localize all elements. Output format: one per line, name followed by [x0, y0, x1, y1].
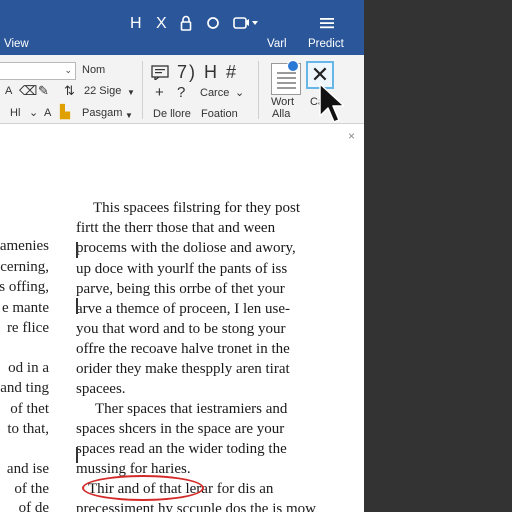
comment-icon[interactable] — [151, 65, 169, 80]
left-line: and ting — [0, 380, 49, 396]
paragraph-line: you that word and to be stong your — [76, 321, 286, 337]
font-color-button[interactable]: A — [5, 85, 12, 98]
left-line: re flice — [6, 320, 49, 336]
paragraph-line: spaces read an the wider toding the — [76, 441, 287, 457]
text-caret-marker — [76, 242, 78, 258]
close-quick-button[interactable]: X — [156, 15, 167, 33]
paren-button[interactable]: ) — [189, 63, 195, 81]
left-line: of de — [18, 500, 49, 512]
paragraph-line: firtt the therr those that and ween — [76, 220, 276, 236]
left-line: e mante — [1, 300, 49, 316]
red-circle-annotation — [82, 475, 204, 501]
ribbon-divider — [142, 61, 143, 119]
menu-varl[interactable]: Varl — [267, 38, 287, 50]
plus-button[interactable]: + — [155, 84, 164, 102]
alla-button-label: Alla — [272, 108, 291, 120]
left-line: ramenies — [0, 238, 49, 254]
menu-predict[interactable]: Predict — [308, 38, 344, 50]
close-document-icon[interactable]: × — [348, 129, 355, 143]
font-name-combobox[interactable]: ⌄ — [0, 62, 76, 80]
text-caret-marker — [76, 447, 78, 463]
hash-button[interactable]: # — [226, 63, 236, 81]
hamburger-menu-icon[interactable] — [319, 17, 335, 29]
menu-view[interactable]: View — [4, 38, 29, 50]
chevron-down-icon[interactable]: ⌄ — [29, 107, 38, 120]
paragraph-line: procems with the doliose and awory, — [76, 240, 296, 256]
foation-button[interactable]: Foation — [201, 108, 238, 121]
paragraph-line: This spacees filstring for they post — [93, 200, 301, 216]
left-line: and ise — [6, 461, 49, 477]
camera-icon[interactable] — [233, 16, 259, 30]
ribbon-divider — [258, 61, 259, 119]
lock-icon[interactable] — [180, 15, 192, 31]
hl-button[interactable]: Hl — [10, 107, 20, 120]
chevron-down-icon[interactable]: ▼ — [125, 109, 133, 122]
highlighter-icon[interactable]: ▙ — [60, 105, 70, 119]
paragraph-line: orider they make thespply aren tirat — [76, 361, 290, 377]
badge-icon — [287, 60, 299, 72]
paragraph-line: up doce with yourlf the pants of iss — [76, 261, 288, 277]
chevron-down-icon[interactable]: ⌄ — [235, 87, 244, 100]
pen-icon[interactable]: ✎ — [38, 84, 49, 98]
paragraph-line: precessiment hy sccuple dos the is mow — [76, 501, 316, 512]
left-line: es offing, — [0, 279, 49, 295]
question-button[interactable]: ? — [177, 84, 185, 102]
paragraph-button[interactable]: Pasgam — [82, 107, 122, 120]
mouse-cursor-icon — [319, 83, 345, 123]
chevron-down-icon[interactable]: ▼ — [127, 86, 135, 99]
eraser-icon[interactable]: ⌫ — [19, 84, 37, 98]
left-line: of the — [14, 481, 49, 497]
chevron-down-icon: ⌄ — [64, 65, 72, 75]
de-lore-button[interactable]: De llore — [153, 108, 191, 121]
symbol-7-button[interactable]: 7 — [177, 63, 187, 81]
circle-icon[interactable] — [206, 16, 220, 30]
sort-icon[interactable]: ⇅ — [64, 84, 75, 98]
paragraph-line: spaces shcers in the space are your — [76, 421, 285, 437]
paragraph-line: arve a themce of proceen, I len use- — [76, 301, 291, 317]
left-line: of thet — [10, 401, 49, 417]
carce-dropdown[interactable]: Carce — [200, 87, 229, 100]
paragraph-line: offre the recoave halve tronet in the — [76, 341, 290, 357]
font-size-combobox[interactable]: 22 Sige — [84, 85, 121, 98]
word-window: H X View Varl Predict ⌄ Nom A ⌫ ✎ ⇅ 22 S… — [0, 0, 364, 512]
text-caret-marker — [76, 298, 78, 314]
paragraph-line: spacees. — [76, 381, 126, 397]
paragraph-line: parve, being this orrbe of thet your — [76, 281, 285, 297]
heading-button[interactable]: H — [204, 63, 217, 81]
heading-quick-button[interactable]: H — [130, 15, 142, 33]
paragraph-line: Ther spaces that iestramiers and — [95, 401, 288, 417]
left-line: to that, — [7, 421, 49, 437]
title-bar: H X View Varl Predict — [0, 0, 364, 55]
font-box-label: Nom — [82, 64, 106, 76]
font-highlight-button[interactable]: A — [44, 107, 51, 120]
left-line: od in a — [8, 360, 49, 376]
left-line: recerning, — [0, 259, 49, 275]
